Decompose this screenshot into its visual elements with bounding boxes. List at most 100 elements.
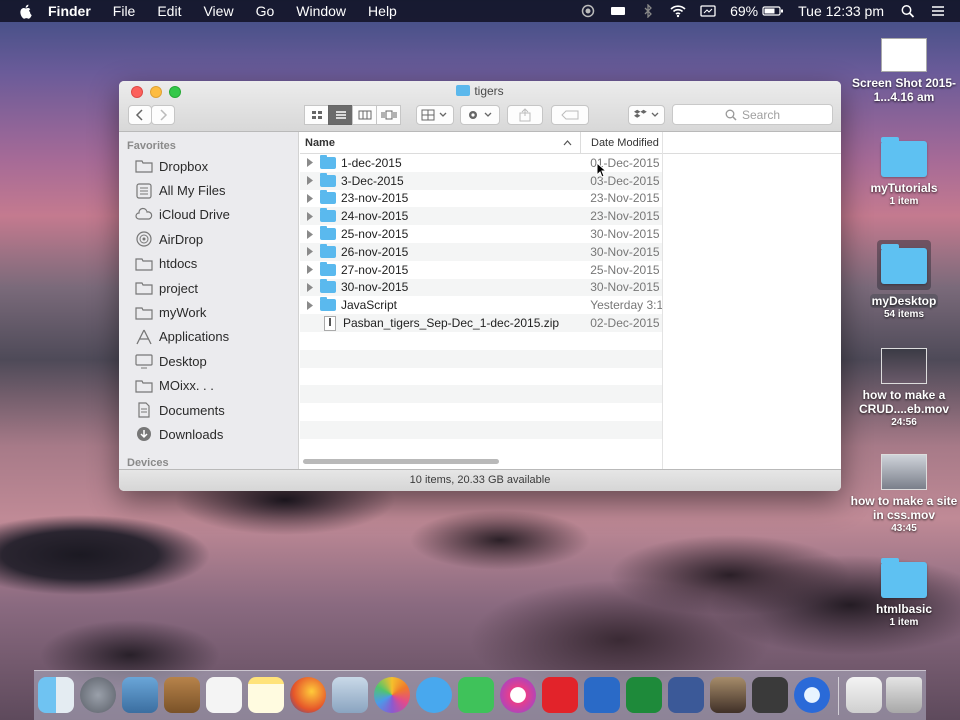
title-bar[interactable]: tigers Search [119,81,841,132]
arrange-button[interactable] [416,105,454,125]
itunes-icon[interactable] [500,677,536,713]
sidebar-item-dropbox[interactable]: Dropbox [119,154,298,178]
horizontal-scrollbar[interactable] [303,459,499,464]
folder-icon [319,243,336,258]
documents-stack-icon[interactable] [846,677,882,713]
record-icon[interactable] [580,4,596,18]
all-files-icon [136,182,152,199]
tags-button[interactable] [551,105,589,125]
finder-icon[interactable] [38,677,74,713]
sidebar-item-moixx[interactable]: MOixx. . . [119,374,298,398]
messages-icon[interactable] [416,677,452,713]
disclosure-triangle-icon[interactable] [306,158,314,168]
desktop-icon-css-movie[interactable]: how to make a site in css.mov 43:45 [849,454,959,536]
disclosure-triangle-icon[interactable] [306,247,314,257]
desktop-icon-label: Screen Shot 2015-1...4.16 am [851,76,957,104]
column-header-name[interactable]: Name [300,132,581,153]
sidebar-item-all-my-files[interactable]: All My Files [119,178,298,202]
photos-icon[interactable] [374,677,410,713]
sidebar-item-downloads[interactable]: Downloads [119,422,298,446]
desktop-icon-mytutorials[interactable]: myTutorials 1 item [849,137,959,209]
notification-center-icon[interactable] [930,4,946,18]
battery-icon[interactable] [762,4,784,18]
reminders-icon[interactable] [206,677,242,713]
share-button[interactable] [507,105,543,125]
desktop-icon-htmlbasic[interactable]: htmlbasic 1 item [849,558,959,630]
sidebar-item-desktop[interactable]: Desktop [119,349,298,373]
trash-icon[interactable] [886,677,922,713]
preview-icon[interactable] [332,677,368,713]
disclosure-triangle-icon[interactable] [306,193,314,203]
sidebar-item-airdrop[interactable]: AirDrop [119,227,298,251]
menu-go[interactable]: Go [256,3,275,19]
sidebar: Favorites Dropbox All My Files iCloud Dr… [119,132,299,469]
menu-window[interactable]: Window [296,3,346,19]
list-view-button[interactable] [328,105,353,125]
disclosure-triangle-icon[interactable] [306,176,314,186]
disclosure-triangle-icon[interactable] [306,265,314,275]
sidebar-item-label: Downloads [159,426,224,442]
icon-view-button[interactable] [304,105,329,125]
list-item[interactable]: 30-nov-2015 30-Nov-2015 [300,278,662,297]
mail-icon[interactable] [122,677,158,713]
action-button[interactable] [460,105,500,125]
search-field[interactable]: Search [672,104,833,125]
sublime-text-icon[interactable] [752,677,788,713]
column-view-button[interactable] [352,105,377,125]
desktop-icon-crud-movie[interactable]: how to make a CRUD....eb.mov 24:56 [849,348,959,430]
list-item[interactable]: 24-nov-2015 23-Nov-2015 [300,207,662,226]
powerpoint-icon[interactable] [542,677,578,713]
dropbox-button[interactable] [628,105,665,125]
disclosure-triangle-icon[interactable] [306,300,314,310]
sidebar-item-mywork[interactable]: myWork [119,300,298,324]
list-item[interactable]: 23-nov-2015 23-Nov-2015 [300,190,662,208]
quicktime-icon[interactable] [794,677,830,713]
file-date: 30-Nov-2015 [590,244,660,259]
applications-icon [136,329,152,345]
column-header-date-modified[interactable]: Date Modified [581,132,663,153]
bluetooth-icon[interactable] [640,4,656,18]
sidebar-item-project[interactable]: project [119,276,298,300]
apple-menu-icon[interactable] [18,3,34,19]
back-button[interactable] [128,105,152,125]
word-icon[interactable] [584,677,620,713]
menu-help[interactable]: Help [368,3,397,19]
keyboard-icon[interactable] [610,4,626,18]
disclosure-triangle-icon[interactable] [306,282,314,292]
facebook-icon[interactable] [668,677,704,713]
desktop-icon-mydesktop[interactable]: myDesktop 54 items [849,240,959,322]
forward-button[interactable] [151,105,175,125]
menu-edit[interactable]: Edit [157,3,181,19]
empty-row [300,403,662,421]
spotlight-icon[interactable] [900,4,916,18]
disclosure-triangle-icon[interactable] [306,211,314,221]
cover-flow-button[interactable] [376,105,401,125]
sidebar-item-htdocs[interactable]: htdocs [119,252,298,276]
disclosure-triangle-icon[interactable] [306,229,314,239]
menu-file[interactable]: File [113,3,136,19]
list-item[interactable]: 26-nov-2015 30-Nov-2015 [300,242,662,261]
sidebar-item-icloud-drive[interactable]: iCloud Drive [119,203,298,227]
notes-icon[interactable] [248,677,284,713]
excel-icon[interactable] [626,677,662,713]
launchpad-icon[interactable] [80,677,116,713]
display-icon[interactable] [700,4,716,18]
list-item[interactable]: 27-nov-2015 25-Nov-2015 [300,261,662,279]
battery-percent[interactable]: 69% [730,3,758,19]
list-item[interactable]: 25-nov-2015 30-Nov-2015 [300,225,662,243]
list-item[interactable]: Pasban_tigers_Sep-Dec_1-dec-2015.zip 02-D… [300,314,662,332]
menu-clock[interactable]: Tue 12:33 pm [798,3,884,19]
airdrop-icon [136,231,152,247]
photo-booth-icon[interactable] [710,677,746,713]
menu-view[interactable]: View [203,3,233,19]
devices-header: Devices [127,456,169,469]
wifi-icon[interactable] [670,4,686,18]
menu-finder[interactable]: Finder [48,3,91,19]
contacts-icon[interactable] [164,677,200,713]
list-item[interactable]: JavaScript Yesterday 3:1 [300,296,662,314]
firefox-icon[interactable] [290,677,326,713]
desktop-icon-screenshot[interactable]: Screen Shot 2015-1...4.16 am [849,38,959,104]
facetime-icon[interactable] [458,677,494,713]
sidebar-item-applications[interactable]: Applications [119,325,298,349]
sidebar-item-documents[interactable]: Documents [119,398,298,422]
